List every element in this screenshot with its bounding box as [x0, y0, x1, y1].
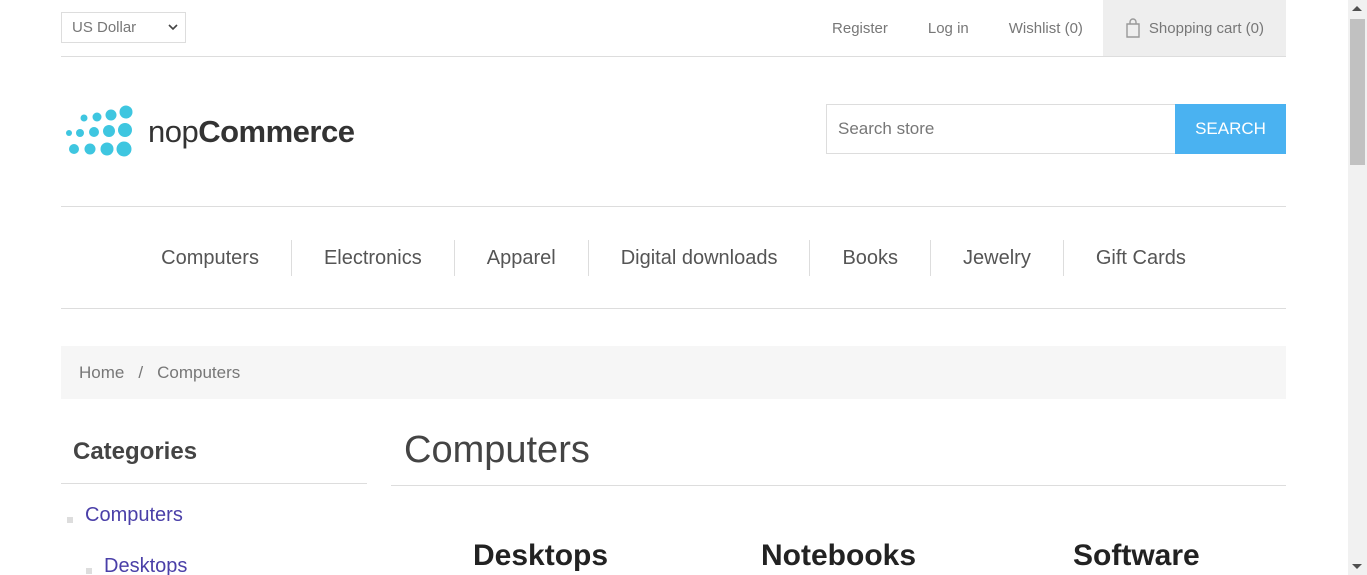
breadcrumb-separator: /	[138, 362, 144, 382]
bullet-icon	[67, 516, 73, 523]
menu-item-apparel[interactable]: Apparel	[453, 239, 588, 276]
page-title: Computers	[391, 424, 1286, 486]
header-top-bar: US Dollar Register Log in Wishlist (0) S…	[61, 0, 1286, 57]
wishlist-link[interactable]: Wishlist (0)	[989, 0, 1103, 56]
subcategory-notebooks[interactable]: Notebooks	[761, 539, 916, 573]
breadcrumb: Home / Computers	[61, 346, 1286, 399]
page-scrollbar[interactable]	[1348, 0, 1367, 575]
sidebar-item-computers[interactable]: Computers	[67, 504, 183, 527]
chevron-down-icon	[168, 24, 178, 31]
menu-item-digital-downloads[interactable]: Digital downloads	[587, 239, 810, 276]
currency-selector-value: US Dollar	[72, 19, 137, 36]
breadcrumb-home-link[interactable]: Home	[79, 363, 124, 383]
logo-dots-icon	[66, 105, 133, 157]
sidebar-item-label: Desktops	[104, 555, 188, 575]
scroll-down-arrow-icon[interactable]	[1352, 564, 1362, 569]
logo-brand: Commerce	[198, 114, 355, 149]
categories-title: Categories	[61, 424, 367, 484]
search-input[interactable]	[826, 104, 1175, 154]
search-button[interactable]: SEARCH	[1175, 104, 1286, 154]
menu-item-computers[interactable]: Computers	[129, 240, 291, 276]
menu-item-gift-cards[interactable]: Gift Cards	[1062, 239, 1218, 276]
currency-selector[interactable]: US Dollar	[61, 12, 186, 43]
shopping-cart-link[interactable]: Shopping cart (0)	[1102, 0, 1286, 56]
subcategory-desktops[interactable]: Desktops	[473, 539, 608, 573]
shopping-cart-label: Shopping cart (0)	[1148, 19, 1264, 37]
breadcrumb-current: Computers	[157, 362, 241, 382]
search-box: SEARCH	[826, 104, 1286, 154]
menu-item-electronics[interactable]: Electronics	[290, 239, 454, 276]
store-logo[interactable]: nopCommerce	[64, 104, 374, 160]
sidebar-item-label: Computers	[85, 504, 183, 526]
menu-item-books[interactable]: Books	[809, 239, 930, 276]
sidebar-item-desktops[interactable]: Desktops	[86, 555, 187, 575]
top-menu: Computers Electronics Apparel Digital do…	[61, 206, 1286, 309]
register-link[interactable]: Register	[812, 0, 908, 56]
scrollbar-thumb[interactable]	[1350, 19, 1365, 165]
header-links: Register Log in Wishlist (0) Shopping ca…	[812, 0, 1286, 56]
bullet-icon	[86, 567, 92, 574]
logo-prefix: nop	[148, 114, 199, 149]
login-link[interactable]: Log in	[908, 0, 989, 56]
shopping-bag-icon	[1126, 18, 1140, 38]
subcategory-software[interactable]: Software	[1073, 539, 1200, 573]
menu-item-jewelry[interactable]: Jewelry	[930, 239, 1063, 276]
scroll-up-arrow-icon[interactable]	[1352, 6, 1362, 11]
logo-text: nopCommerce	[148, 114, 355, 150]
